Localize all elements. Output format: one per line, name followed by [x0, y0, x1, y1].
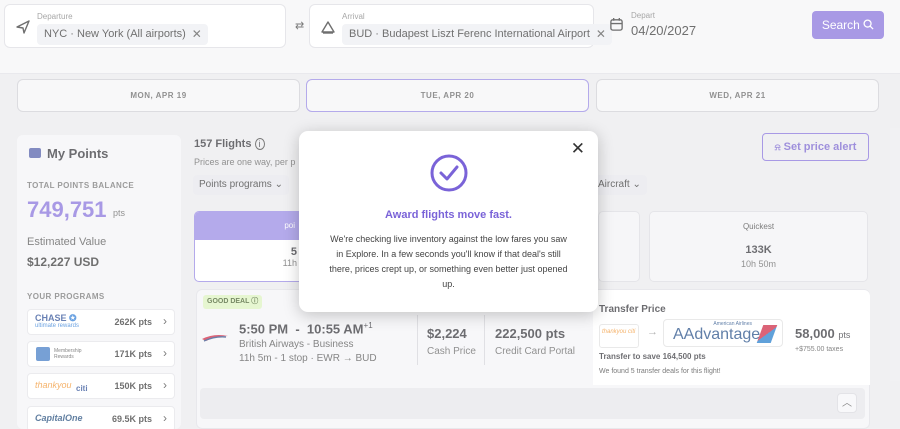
- close-icon[interactable]: ✕: [571, 140, 585, 157]
- modal-body: We're checking live inventory against th…: [329, 234, 568, 289]
- award-flights-modal: ✕ Award flights move fast. We're checkin…: [299, 131, 598, 312]
- modal-title: Award flights move fast.: [385, 209, 512, 221]
- check-circle-icon: [430, 154, 468, 192]
